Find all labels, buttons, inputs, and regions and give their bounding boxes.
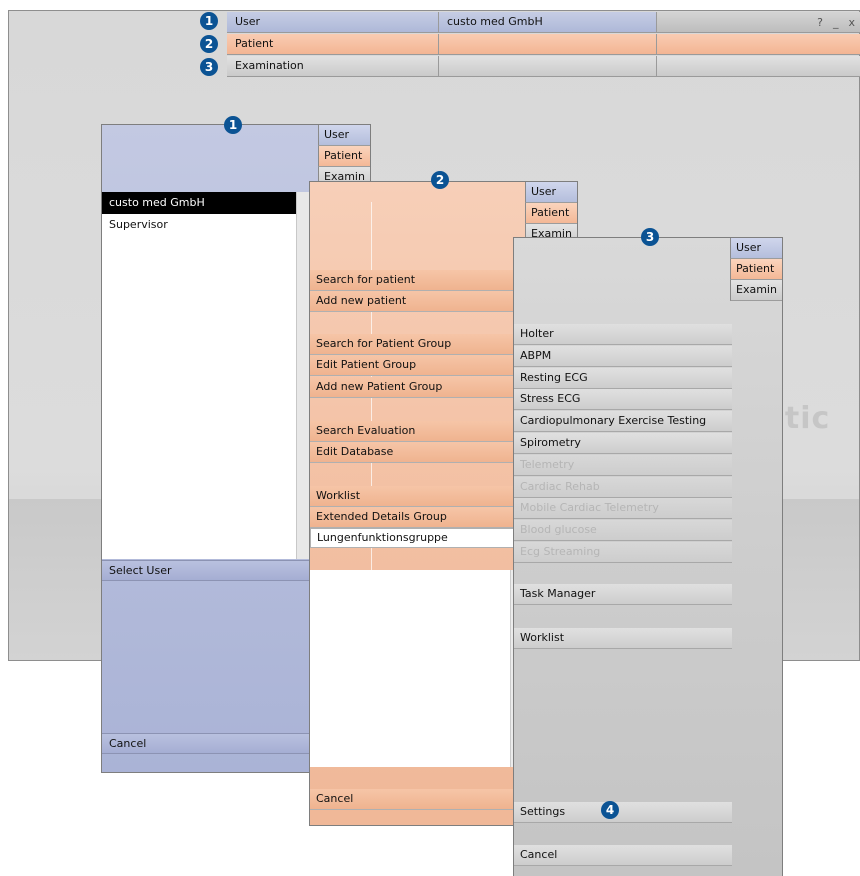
patient-cancel-button[interactable]: Cancel xyxy=(310,789,525,810)
badge-1-panel: 1 xyxy=(224,116,242,134)
main-examination-value xyxy=(439,56,657,76)
patient-group-select-value: Lungenfunktionsgruppe xyxy=(317,531,448,544)
user-cancel-button[interactable]: Cancel xyxy=(102,733,310,754)
window-controls: ? _ x xyxy=(657,12,860,32)
main-examination-extra xyxy=(657,56,860,76)
minimize-button[interactable]: _ xyxy=(833,16,839,29)
examination-item[interactable]: Resting ECG xyxy=(514,367,732,389)
badge-4-settings: 4 xyxy=(601,801,619,819)
select-user-button[interactable]: Select User xyxy=(102,560,310,581)
examination-item[interactable]: Holter xyxy=(514,324,732,345)
add-patient-button[interactable]: Add new patient xyxy=(310,291,525,312)
tab-user[interactable]: User xyxy=(318,125,370,146)
edit-patient-group-button[interactable]: Edit Patient Group xyxy=(310,355,525,376)
examination-worklist-button[interactable]: Worklist xyxy=(514,628,732,649)
task-manager-button[interactable]: Task Manager xyxy=(514,584,732,605)
user-panel-tabs: User Patient Examin xyxy=(318,125,370,188)
patient-group-select[interactable]: Lungenfunktionsgruppe ▼ xyxy=(310,528,525,548)
examination-item[interactable]: Cardiopulmonary Exercise Testing xyxy=(514,411,732,433)
patient-worklist-button[interactable]: Worklist xyxy=(310,486,525,507)
search-patient-group-button[interactable]: Search for Patient Group xyxy=(310,334,525,355)
examination-item: Mobile Cardiac Telemetry xyxy=(514,498,732,520)
search-evaluation-button[interactable]: Search Evaluation xyxy=(310,421,525,442)
tab-patient[interactable]: Patient xyxy=(730,259,782,280)
patient-group-list xyxy=(310,570,525,767)
badge-3-main: 3 xyxy=(200,58,218,76)
tab-patient[interactable]: Patient xyxy=(318,146,370,167)
settings-button[interactable]: Settings xyxy=(514,802,732,823)
main-patient-label: Patient xyxy=(227,34,439,54)
user-list-item[interactable]: Supervisor xyxy=(102,214,310,236)
extended-details-group-button[interactable]: Extended Details Group xyxy=(310,507,525,528)
close-button[interactable]: x xyxy=(848,16,855,29)
edit-database-button[interactable]: Edit Database xyxy=(310,442,525,463)
search-patient-button[interactable]: Search for patient xyxy=(310,270,525,291)
tab-patient[interactable]: Patient xyxy=(525,203,577,224)
main-patient-row[interactable]: Patient xyxy=(227,34,860,55)
main-user-row[interactable]: User custo med GmbH ? _ x xyxy=(227,12,860,33)
examination-panel: User Patient Examin Holter ABPM Resting EC… xyxy=(513,237,783,876)
main-patient-value xyxy=(439,34,657,54)
main-patient-extra xyxy=(657,34,860,54)
examination-item[interactable]: ABPM xyxy=(514,345,732,367)
main-examination-label: Examination xyxy=(227,56,439,76)
help-button[interactable]: ? xyxy=(817,16,823,29)
badge-2-main: 2 xyxy=(200,35,218,53)
badge-1-main: 1 xyxy=(200,12,218,30)
examination-item[interactable]: Spirometry xyxy=(514,433,732,454)
user-list-scrollbar[interactable] xyxy=(296,192,310,559)
user-list-item[interactable]: custo med GmbH xyxy=(102,192,310,214)
add-patient-group-button[interactable]: Add new Patient Group xyxy=(310,377,525,398)
tab-user[interactable]: User xyxy=(525,182,577,203)
tab-examination[interactable]: Examin xyxy=(730,280,782,301)
examination-item: Telemetry xyxy=(514,454,732,476)
patient-panel-tabs: User Patient Examin xyxy=(525,182,577,245)
examination-item[interactable]: Stress ECG xyxy=(514,389,732,411)
examination-item: Cardiac Rehab xyxy=(514,476,732,498)
badge-2-panel: 2 xyxy=(431,171,449,189)
user-list: custo med GmbH Supervisor xyxy=(102,192,310,559)
examination-item: Blood glucose xyxy=(514,520,732,542)
badge-3-panel: 3 xyxy=(641,228,659,246)
examination-cancel-button[interactable]: Cancel xyxy=(514,845,732,866)
examination-panel-tabs: User Patient Examin xyxy=(730,238,782,301)
main-user-label: User xyxy=(227,12,439,32)
main-examination-row[interactable]: Examination xyxy=(227,56,860,77)
main-user-value: custo med GmbH xyxy=(439,12,657,32)
tab-user[interactable]: User xyxy=(730,238,782,259)
examination-item: Ecg Streaming xyxy=(514,542,732,563)
